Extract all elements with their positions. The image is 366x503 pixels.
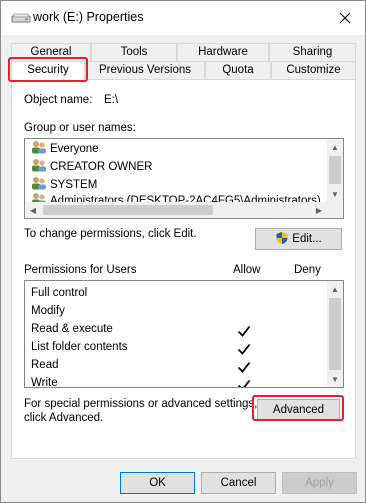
permission-name: Read [31,359,59,371]
scroll-up-icon[interactable]: ▲ [327,281,343,297]
permissions-for-label: Permissions for Users [24,264,137,276]
tab-label: Customize [286,64,341,76]
group-list-horizontal-scrollbar[interactable]: ◀ ▶ [25,202,343,218]
change-permissions-text: To change permissions, click Edit. [24,228,197,240]
special-permissions-text-line1: For special permissions or advanced sett… [24,398,258,410]
tab-label: Tools [120,46,148,58]
title-bar: work (E:) Properties [1,1,365,35]
list-item[interactable]: Everyone [31,140,99,158]
group-names-label: Group or user names: [24,122,136,134]
users-group-icon [32,177,46,190]
tab-sharing[interactable]: Sharing [269,43,356,61]
permission-name: Modify [31,305,65,317]
scroll-thumb[interactable] [329,298,341,370]
permission-name: Read & execute [31,323,113,335]
tab-label: Previous Versions [98,64,192,76]
tab-hardware[interactable]: Hardware [177,43,269,61]
properties-window: work (E:) Properties General Tools Hardw… [0,0,366,503]
permissions-vertical-scrollbar[interactable]: ▲ ▼ [327,281,343,387]
close-icon [339,12,351,24]
allow-column-header: Allow [233,264,261,276]
tab-label: Hardware [198,46,248,58]
special-permissions-text-line2: click Advanced. [24,412,104,424]
group-list-vertical-scrollbar[interactable]: ▲ ▼ [327,139,343,202]
tab-tools[interactable]: Tools [91,43,177,61]
permission-name: Write [31,377,58,388]
edit-button[interactable]: Edit... [255,228,342,250]
group-name: CREATOR OWNER [50,161,153,173]
close-button[interactable] [325,1,365,35]
permission-name: Full control [31,287,88,299]
permission-name: List folder contents [31,341,128,353]
group-name: Everyone [50,143,99,155]
deny-column-header: Deny [294,264,321,276]
permission-row: Full control [31,284,87,302]
list-item[interactable]: CREATOR OWNER [31,158,152,176]
tab-label: Sharing [292,46,333,58]
cancel-button-label: Cancel [220,477,257,489]
ok-button-label: OK [149,477,166,489]
permissions-list[interactable]: Full control Modify Read & execute List … [24,280,344,388]
window-title: work (E:) Properties [33,10,144,24]
scroll-left-icon[interactable]: ◀ [25,202,41,218]
permission-row: Read [31,356,59,374]
security-panel: Object name: E:\ Group or user names: Ev… [11,79,356,459]
object-name-value: E:\ [104,94,119,106]
scroll-up-icon[interactable]: ▲ [327,139,343,155]
scroll-down-icon[interactable]: ▼ [327,186,343,202]
advanced-button-label: Advanced [272,404,325,416]
scroll-down-icon[interactable]: ▼ [327,371,343,387]
cancel-button[interactable]: Cancel [201,472,276,494]
permission-row: Write [31,374,58,388]
object-name-label: Object name: [24,94,93,106]
users-group-icon [32,159,46,172]
edit-button-label: Edit... [292,233,322,245]
tab-label: Quota [222,64,254,76]
users-group-icon [32,141,46,154]
apply-button[interactable]: Apply [282,472,357,494]
check-icon [237,343,251,355]
scroll-right-icon[interactable]: ▶ [311,202,327,218]
check-icon [237,325,251,337]
ok-button[interactable]: OK [120,472,195,494]
group-name: SYSTEM [50,179,98,191]
tab-label: Security [27,64,69,76]
shield-icon [276,232,288,244]
scroll-thumb[interactable] [329,156,341,184]
check-icon [237,361,251,373]
tab-quota[interactable]: Quota [205,61,271,79]
apply-button-label: Apply [305,477,334,489]
scroll-thumb[interactable] [43,205,213,215]
check-icon [237,379,251,387]
group-user-list[interactable]: Everyone CREATOR OWNER SYSTEM Administra… [24,138,344,219]
tab-security[interactable]: Security [11,61,85,80]
permission-row: List folder contents [31,338,128,356]
permission-row: Read & execute [31,320,113,338]
tab-previous-versions[interactable]: Previous Versions [85,61,205,79]
drive-icon [11,13,31,23]
permission-row: Modify [31,302,65,320]
tab-label: General [30,46,72,58]
advanced-button[interactable]: Advanced [257,399,340,421]
tab-customize[interactable]: Customize [271,61,356,79]
tab-general[interactable]: General [11,43,91,61]
